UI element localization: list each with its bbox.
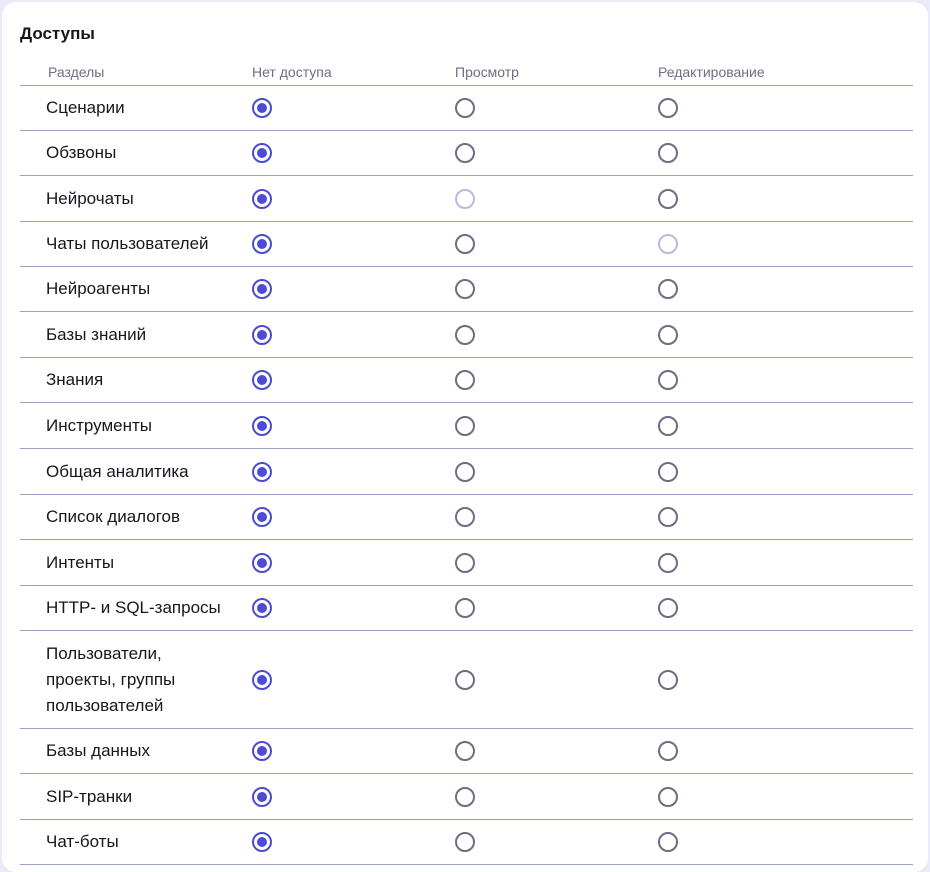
access-table: Разделы Нет доступа Просмотр Редактирова…	[20, 58, 913, 865]
radio-view[interactable]	[455, 461, 475, 482]
radio-view[interactable]	[455, 786, 475, 807]
radio-no-access[interactable]	[252, 324, 272, 345]
radio-no-access[interactable]	[252, 741, 272, 761]
radio-edit[interactable]	[658, 741, 678, 761]
section-name: SIP-транки	[46, 786, 133, 806]
table-row: Нейрочаты	[20, 176, 913, 222]
column-header-no-access: Нет доступа	[252, 64, 332, 80]
radio-view[interactable]	[455, 279, 475, 299]
radio-no-access[interactable]	[252, 98, 272, 118]
column-header-edit: Редактирование	[658, 64, 765, 80]
radio-view[interactable]	[455, 741, 475, 761]
column-header-view: Просмотр	[455, 64, 519, 80]
radio-edit[interactable]	[658, 279, 678, 299]
radio-edit[interactable]	[658, 669, 678, 690]
section-name: Интенты	[46, 552, 115, 572]
radio-view[interactable]	[455, 669, 475, 690]
radio-edit[interactable]	[658, 832, 678, 852]
radio-view[interactable]	[455, 188, 475, 209]
section-title: Доступы	[20, 24, 95, 43]
table-body: Сценарии Обзвоны Нейрочаты Чаты пользовател…	[20, 86, 913, 865]
radio-edit[interactable]	[658, 415, 678, 436]
table-row: Общая аналитика	[20, 449, 913, 495]
table-row: Чаты пользователей	[20, 222, 913, 267]
radio-no-access[interactable]	[252, 552, 272, 573]
radio-edit[interactable]	[658, 98, 678, 118]
section-name: HTTP- и SQL-запросы	[46, 598, 221, 617]
radio-edit[interactable]	[658, 461, 678, 482]
radio-edit[interactable]	[658, 143, 678, 163]
radio-no-access[interactable]	[252, 415, 272, 436]
table-row: HTTP- и SQL-запросы	[20, 586, 913, 631]
radio-edit[interactable]	[658, 786, 678, 807]
radio-no-access[interactable]	[252, 370, 272, 390]
radio-view[interactable]	[455, 324, 475, 345]
radio-no-access[interactable]	[252, 461, 272, 482]
table-row: Список диалогов	[20, 495, 913, 540]
radio-view[interactable]	[455, 552, 475, 573]
radio-edit[interactable]	[658, 598, 678, 618]
radio-view[interactable]	[455, 598, 475, 618]
radio-edit[interactable]	[658, 324, 678, 345]
radio-no-access[interactable]	[252, 669, 272, 690]
radio-edit[interactable]	[658, 507, 678, 527]
radio-no-access[interactable]	[252, 188, 272, 209]
radio-view[interactable]	[455, 507, 475, 527]
radio-edit[interactable]	[658, 552, 678, 573]
radio-no-access[interactable]	[252, 786, 272, 807]
table-row: Сценарии	[20, 86, 913, 131]
table-row: Базы данных	[20, 729, 913, 774]
radio-view[interactable]	[455, 832, 475, 852]
table-row: Инструменты	[20, 403, 913, 449]
table-row: Чат-боты	[20, 820, 913, 865]
radio-no-access[interactable]	[252, 234, 272, 254]
radio-no-access[interactable]	[252, 832, 272, 852]
radio-no-access[interactable]	[252, 598, 272, 618]
radio-view[interactable]	[455, 143, 475, 163]
section-name: Нейрочаты	[46, 188, 134, 208]
section-name: Нейроагенты	[46, 279, 151, 298]
section-name: Список диалогов	[46, 507, 181, 526]
radio-no-access[interactable]	[252, 143, 272, 163]
table-row: Обзвоны	[20, 131, 913, 176]
radio-view[interactable]	[455, 234, 475, 254]
radio-view[interactable]	[455, 370, 475, 390]
table-row: SIP-транки	[20, 774, 913, 820]
section-name: Сценарии	[46, 98, 125, 117]
table-header: Разделы Нет доступа Просмотр Редактирова…	[20, 58, 913, 86]
radio-view[interactable]	[455, 98, 475, 118]
section-name: Чат-боты	[46, 832, 119, 851]
radio-edit[interactable]	[658, 188, 678, 209]
table-row: Интенты	[20, 540, 913, 586]
column-header-sections: Разделы	[48, 64, 105, 80]
radio-view[interactable]	[455, 415, 475, 436]
access-card: Доступы Разделы Нет доступа Просмотр Ред…	[2, 2, 928, 872]
radio-no-access[interactable]	[252, 279, 272, 299]
section-name: Инструменты	[46, 415, 153, 435]
section-name: Базы данных	[46, 741, 151, 760]
table-row: Пользователи, проекты, группы пользовате…	[20, 631, 913, 729]
section-name: Общая аналитика	[46, 461, 189, 481]
radio-no-access[interactable]	[252, 507, 272, 527]
section-name: Обзвоны	[46, 143, 117, 162]
section-name: Чаты пользователей	[46, 234, 209, 253]
table-row: Нейроагенты	[20, 267, 913, 312]
radio-edit[interactable]	[658, 234, 678, 254]
radio-edit[interactable]	[658, 370, 678, 390]
section-name: Пользователи, проекты, группы пользовате…	[46, 643, 176, 715]
section-name: Знания	[46, 370, 104, 389]
table-row: Знания	[20, 358, 913, 403]
section-name: Базы знаний	[46, 324, 147, 344]
table-row: Базы знаний	[20, 312, 913, 358]
